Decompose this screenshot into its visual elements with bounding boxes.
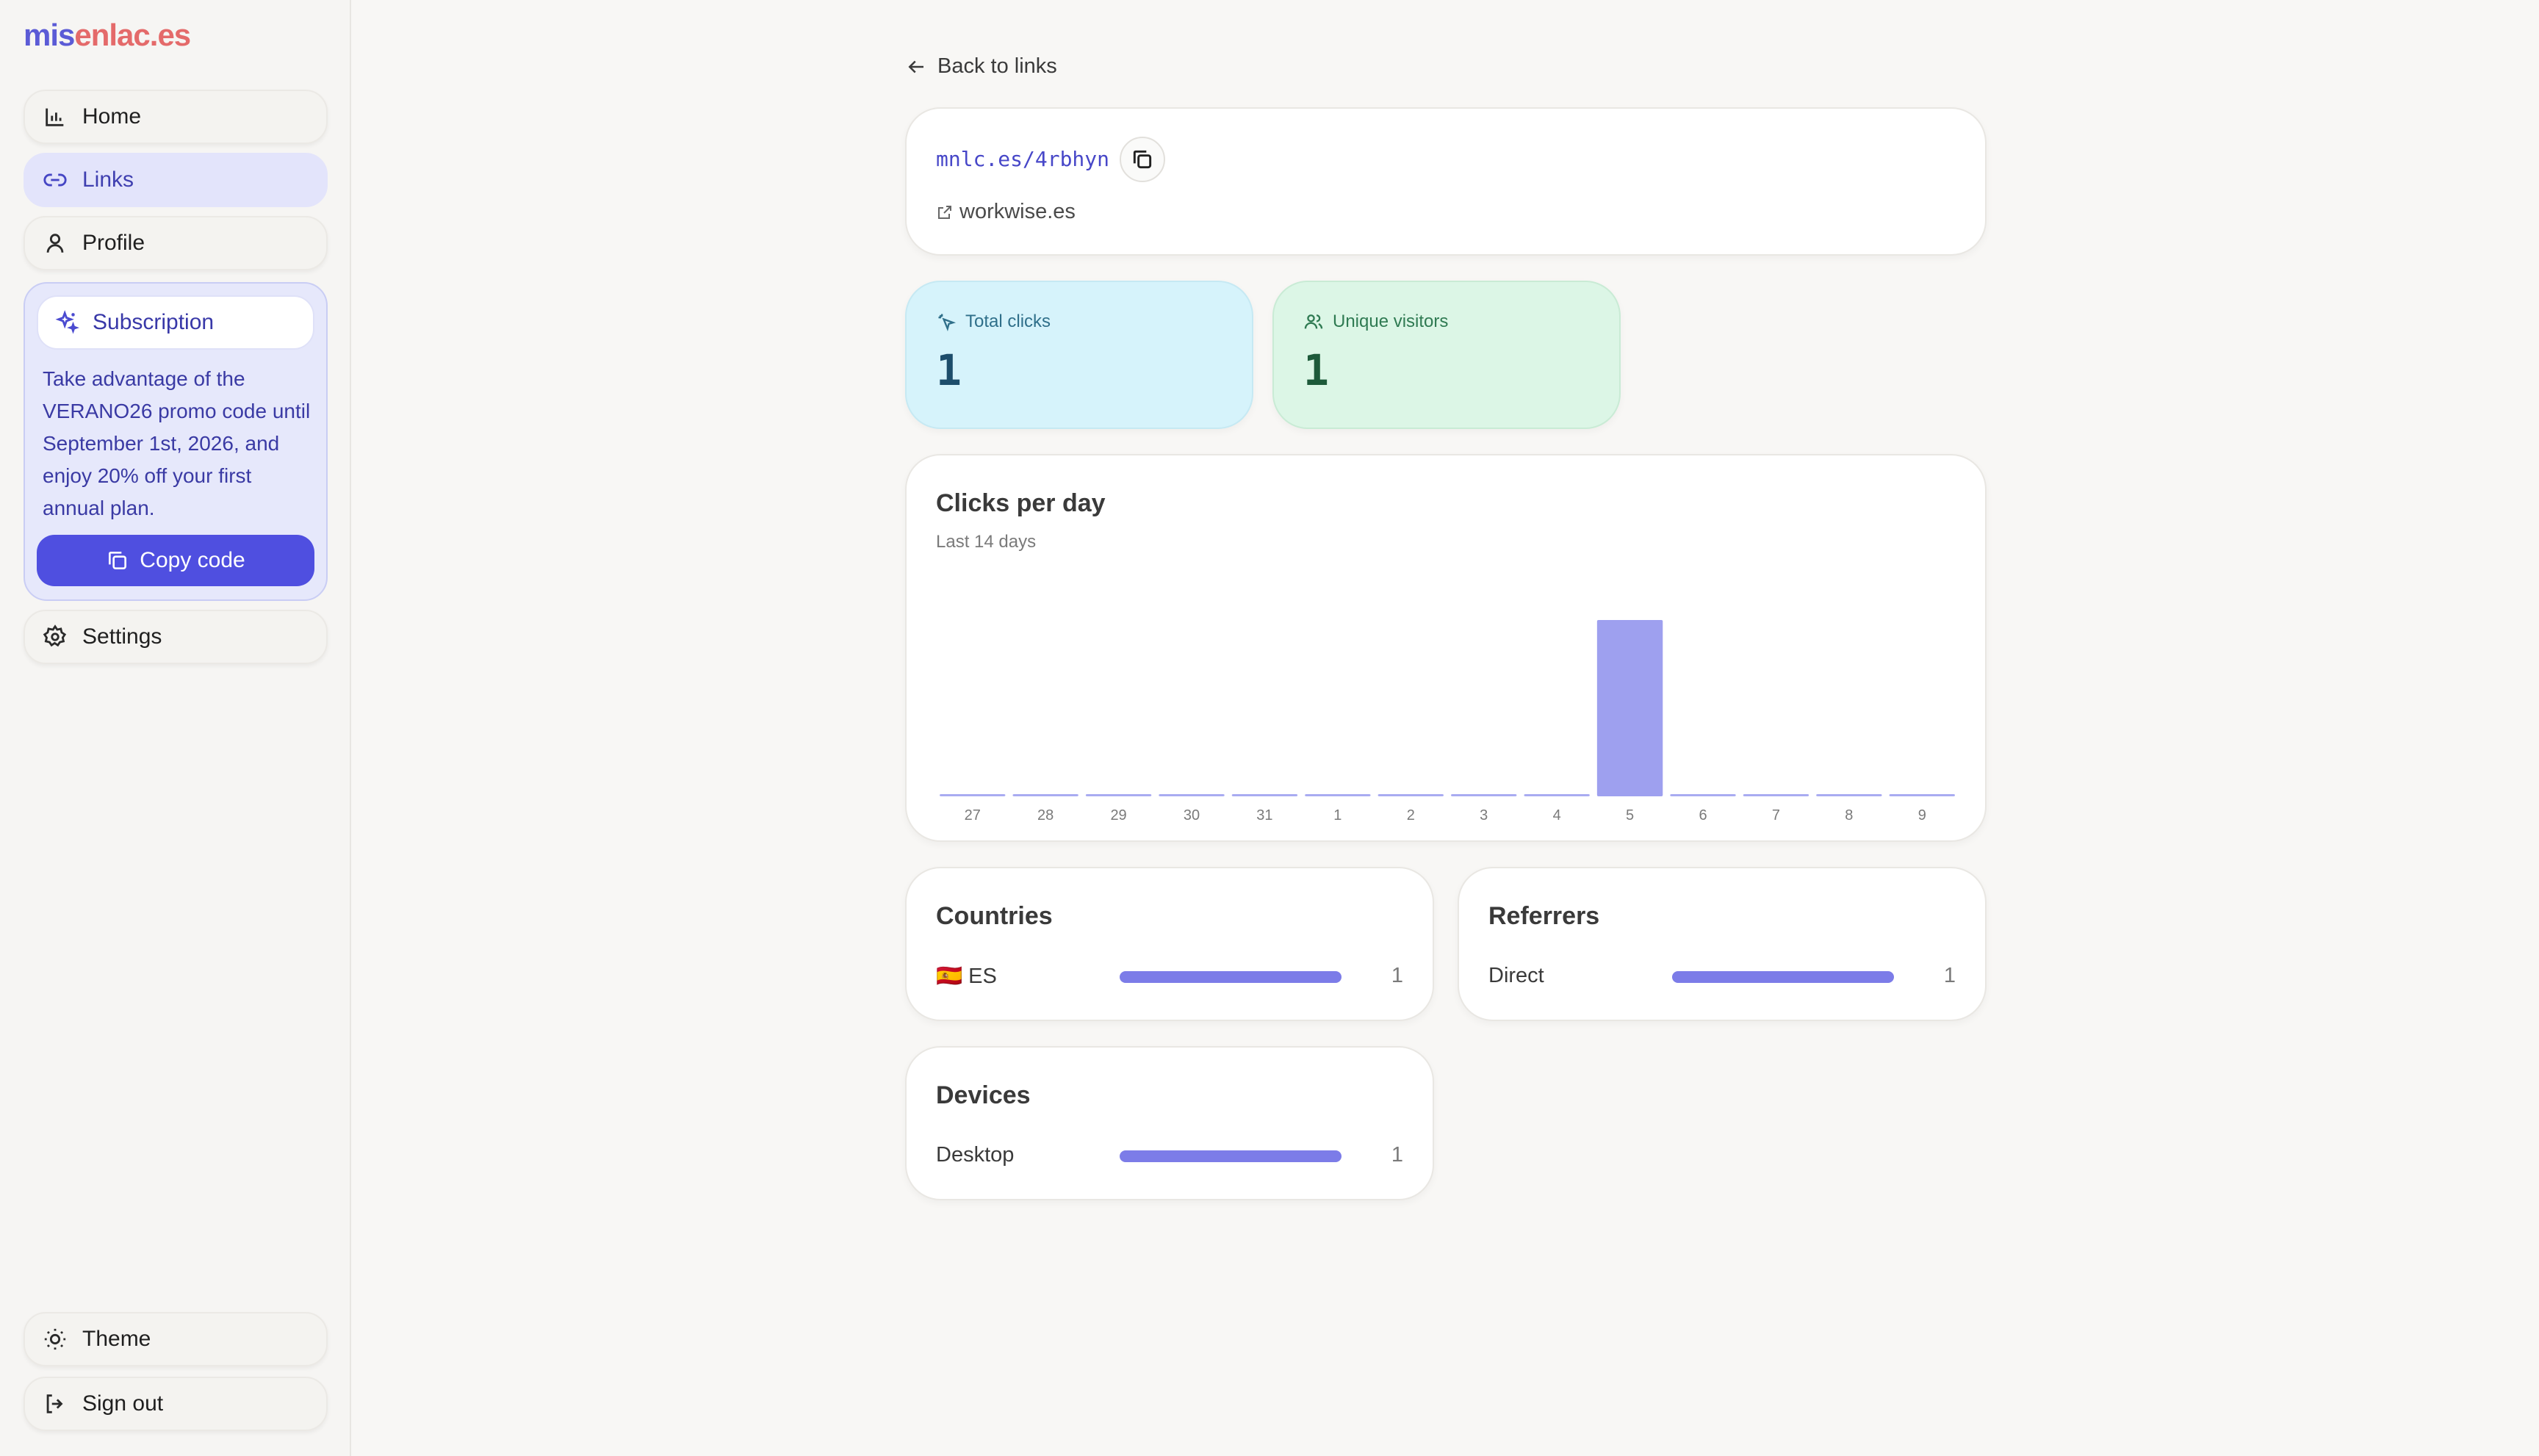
sidebar-item-settings[interactable]: Settings [24, 610, 328, 664]
copy-icon [109, 552, 127, 569]
unique-visitors-label: Unique visitors [1303, 311, 1448, 332]
device-label: Desktop [936, 1143, 1015, 1167]
users-icon [1304, 314, 1323, 329]
referrer-label: Direct [1488, 964, 1544, 987]
referrers-title: Referrers [1488, 902, 1600, 930]
unique-visitors-text: Unique visitors [1333, 311, 1449, 331]
chart-bar[interactable] [1816, 794, 1882, 796]
unique-visitors-value: 1 [1303, 345, 1329, 395]
x-tick-label: 2 [1407, 807, 1415, 823]
sidebar-item-links[interactable]: Links [24, 153, 328, 207]
x-tick-label: 27 [965, 807, 981, 823]
bar-chart-icon [43, 104, 68, 129]
link-icon [43, 167, 68, 192]
countries-title: Countries [936, 902, 1053, 930]
chart-bar[interactable] [1012, 794, 1078, 796]
x-tick-label: 29 [1110, 807, 1126, 823]
x-tick-label: 30 [1184, 807, 1200, 823]
chart-bar[interactable] [1596, 620, 1663, 796]
unique-visitors-card: Unique visitors 1 [1272, 281, 1621, 429]
logout-icon [43, 1391, 68, 1416]
devices-title: Devices [936, 1081, 1031, 1109]
referrer-count: 1 [1943, 964, 1956, 987]
referrer-bar [1672, 971, 1894, 983]
copy-short-url-button[interactable] [1120, 137, 1165, 182]
brand-part-2: enlac.es [74, 18, 191, 52]
chart-bar[interactable] [1743, 794, 1809, 796]
destination-url: workwise.es [959, 200, 1076, 223]
sidebar-item-profile[interactable]: Profile [24, 216, 328, 270]
x-tick-label: 31 [1256, 807, 1272, 823]
chart-bar[interactable] [1159, 794, 1225, 796]
country-label: 🇪🇸 ES [936, 965, 997, 988]
chart-bar[interactable] [940, 794, 1006, 796]
chart-bar[interactable] [1889, 794, 1955, 796]
sign-out-label: Sign out [82, 1391, 164, 1416]
back-to-links-link[interactable]: Back to links [905, 54, 1057, 79]
theme-label: Theme [82, 1327, 151, 1351]
subscription-label: Subscription [93, 310, 215, 334]
link-summary-card: mnlc.es/4rbhyn workwise.es [905, 107, 1987, 256]
sun-icon [43, 1327, 68, 1352]
brand-part-1: mis [24, 18, 75, 52]
total-clicks-label: Total clicks [936, 311, 1051, 332]
back-label: Back to links [937, 54, 1057, 78]
copy-code-label: Copy code [140, 548, 245, 572]
x-tick-label: 6 [1699, 807, 1707, 823]
sidebar-item-label: Links [82, 167, 134, 192]
x-tick-label: 8 [1845, 807, 1853, 823]
brand-logo[interactable]: misenlac.es [24, 18, 191, 53]
chart-bar[interactable] [1305, 794, 1371, 796]
country-count: 1 [1391, 964, 1403, 987]
subscription-link[interactable]: Subscription [37, 295, 314, 350]
theme-toggle[interactable]: Theme [24, 1312, 328, 1366]
device-bar-fill [1120, 1150, 1341, 1162]
sparkles-icon [55, 310, 79, 334]
x-tick-label: 4 [1553, 807, 1561, 823]
gear-icon [43, 624, 68, 649]
external-link-icon [938, 205, 951, 219]
arrow-left-icon [908, 60, 923, 73]
x-tick-label: 7 [1772, 807, 1780, 823]
chart-bar[interactable] [1524, 794, 1590, 796]
chart-bar[interactable] [1451, 794, 1517, 796]
promo-text: Take advantage of the VERANO26 promo cod… [43, 367, 311, 519]
chart-bar[interactable] [1085, 794, 1152, 796]
x-tick-label: 5 [1626, 807, 1634, 823]
subscription-panel: Subscription Take advantage of the VERAN… [24, 282, 328, 601]
x-tick-label: 3 [1480, 807, 1488, 823]
device-count: 1 [1391, 1143, 1403, 1167]
chart-bar[interactable] [1377, 794, 1444, 796]
total-clicks-card: Total clicks 1 [905, 281, 1253, 429]
user-icon [43, 231, 68, 256]
chart-bar[interactable] [1670, 794, 1736, 796]
countries-card: Countries 🇪🇸 ES 1 [905, 867, 1434, 1021]
destination-link[interactable]: workwise.es [936, 200, 1076, 224]
sidebar-item-label: Settings [82, 624, 162, 649]
sidebar: misenlac.es Home Links Profile Subscript… [0, 0, 351, 1456]
country-bar-fill [1120, 971, 1341, 983]
sign-out-button[interactable]: Sign out [24, 1377, 328, 1431]
x-tick-label: 1 [1333, 807, 1341, 823]
devices-card: Devices Desktop 1 [905, 1046, 1434, 1200]
sidebar-item-home[interactable]: Home [24, 90, 328, 144]
short-url[interactable]: mnlc.es/4rbhyn [936, 147, 1109, 171]
x-tick-label: 28 [1037, 807, 1054, 823]
total-clicks-value: 1 [936, 345, 962, 395]
country-bar [1120, 971, 1341, 983]
x-tick-label: 9 [1918, 807, 1926, 823]
chart-bar[interactable] [1231, 794, 1298, 796]
clicks-per-day-card: Clicks per day Last 14 days 27 28 29 30 31 1 2… [905, 454, 1987, 842]
sidebar-item-label: Profile [82, 231, 145, 255]
copy-icon [1133, 150, 1152, 169]
referrers-card: Referrers Direct 1 [1458, 867, 1987, 1021]
clicks-bar-chart: 27 28 29 30 31 1 2 3 4 5 6 7 8 9 [940, 620, 1955, 823]
device-bar [1120, 1150, 1341, 1162]
total-clicks-text: Total clicks [965, 311, 1051, 331]
referrer-bar-fill [1672, 971, 1894, 983]
cursor-click-icon [938, 314, 957, 331]
copy-code-button[interactable]: Copy code [37, 535, 314, 586]
sidebar-item-label: Home [82, 104, 142, 129]
